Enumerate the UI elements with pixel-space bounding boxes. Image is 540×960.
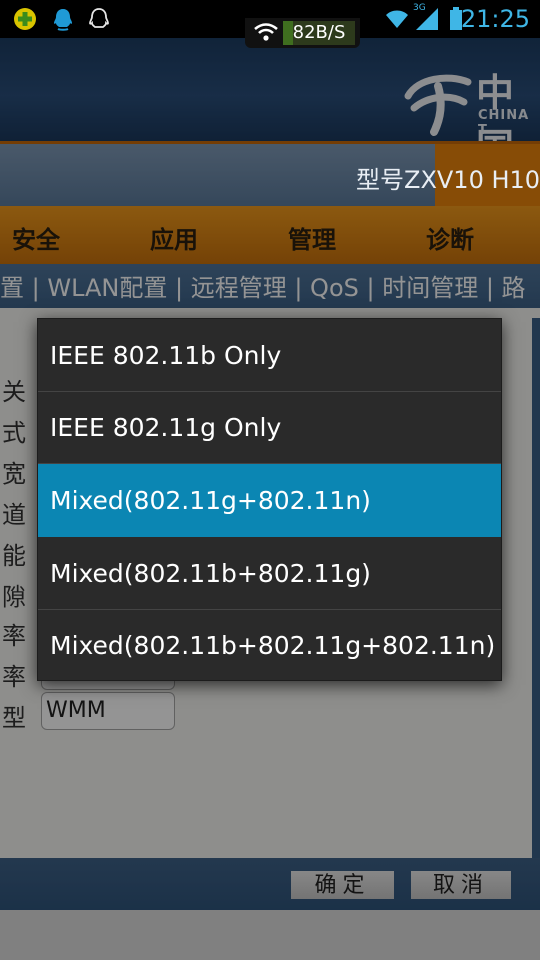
option-80211g-only[interactable]: IEEE 802.11g Only [38,391,501,464]
wifi-icon [254,23,278,41]
clock: 21:25 [460,5,530,33]
option-mixed-b-g[interactable]: Mixed(802.11b+802.11g) [38,537,501,610]
wireless-mode-dropdown: IEEE 802.11b Only IEEE 802.11g Only Mixe… [37,318,502,681]
app-notification-icon [14,8,36,30]
option-80211b-only[interactable]: IEEE 802.11b Only [38,319,501,392]
qq-icon [54,9,72,31]
wifi-icon [386,10,408,28]
device-model: 型号ZXV10 H108 [356,166,540,194]
speed-value: 82B/S [283,21,355,45]
qq-icon [89,8,109,28]
signal-icon [416,8,438,30]
option-mixed-g-n-selected[interactable]: Mixed(802.11g+802.11n) [38,464,501,537]
option-mixed-b-g-n[interactable]: Mixed(802.11b+802.11g+802.11n) [38,609,501,682]
network-speed-indicator: 82B/S [245,18,360,48]
